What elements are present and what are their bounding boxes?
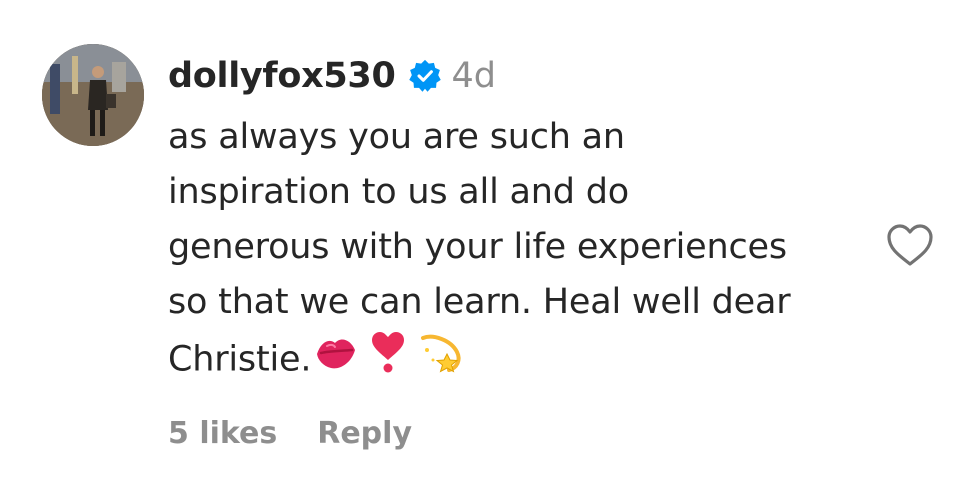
likes-count-link[interactable]: 5 likes [168,416,277,451]
username-link[interactable]: dollyfox530 [168,56,396,96]
comment-text-line: so that we can learn. Heal well dear [168,282,791,322]
lips-icon [313,332,359,389]
comment-text-last-line: Christie. [168,330,868,391]
reply-button[interactable]: Reply [317,416,412,451]
comment-text-line: as always you are such an [168,117,625,157]
comment-header: dollyfox530 4d [168,50,496,102]
comment-text: as always you are such an inspiration to… [168,110,868,391]
dizzy-star-icon [417,330,467,391]
comment-item: dollyfox530 4d as always you are such an… [0,0,980,500]
like-button[interactable] [884,222,936,270]
verified-badge-icon [408,59,442,93]
comment-text-line: generous with your life experiences [168,227,787,267]
emoji-group [313,330,467,391]
heart-exclamation-icon [369,330,407,391]
comment-text-line: Christie. [168,339,312,380]
comment-footer: 5 likes Reply [168,416,412,451]
comment-text-line: inspiration to us all and do [168,172,629,212]
heart-outline-icon [887,224,933,266]
comment-timestamp: 4d [451,56,497,96]
avatar[interactable] [42,44,144,146]
